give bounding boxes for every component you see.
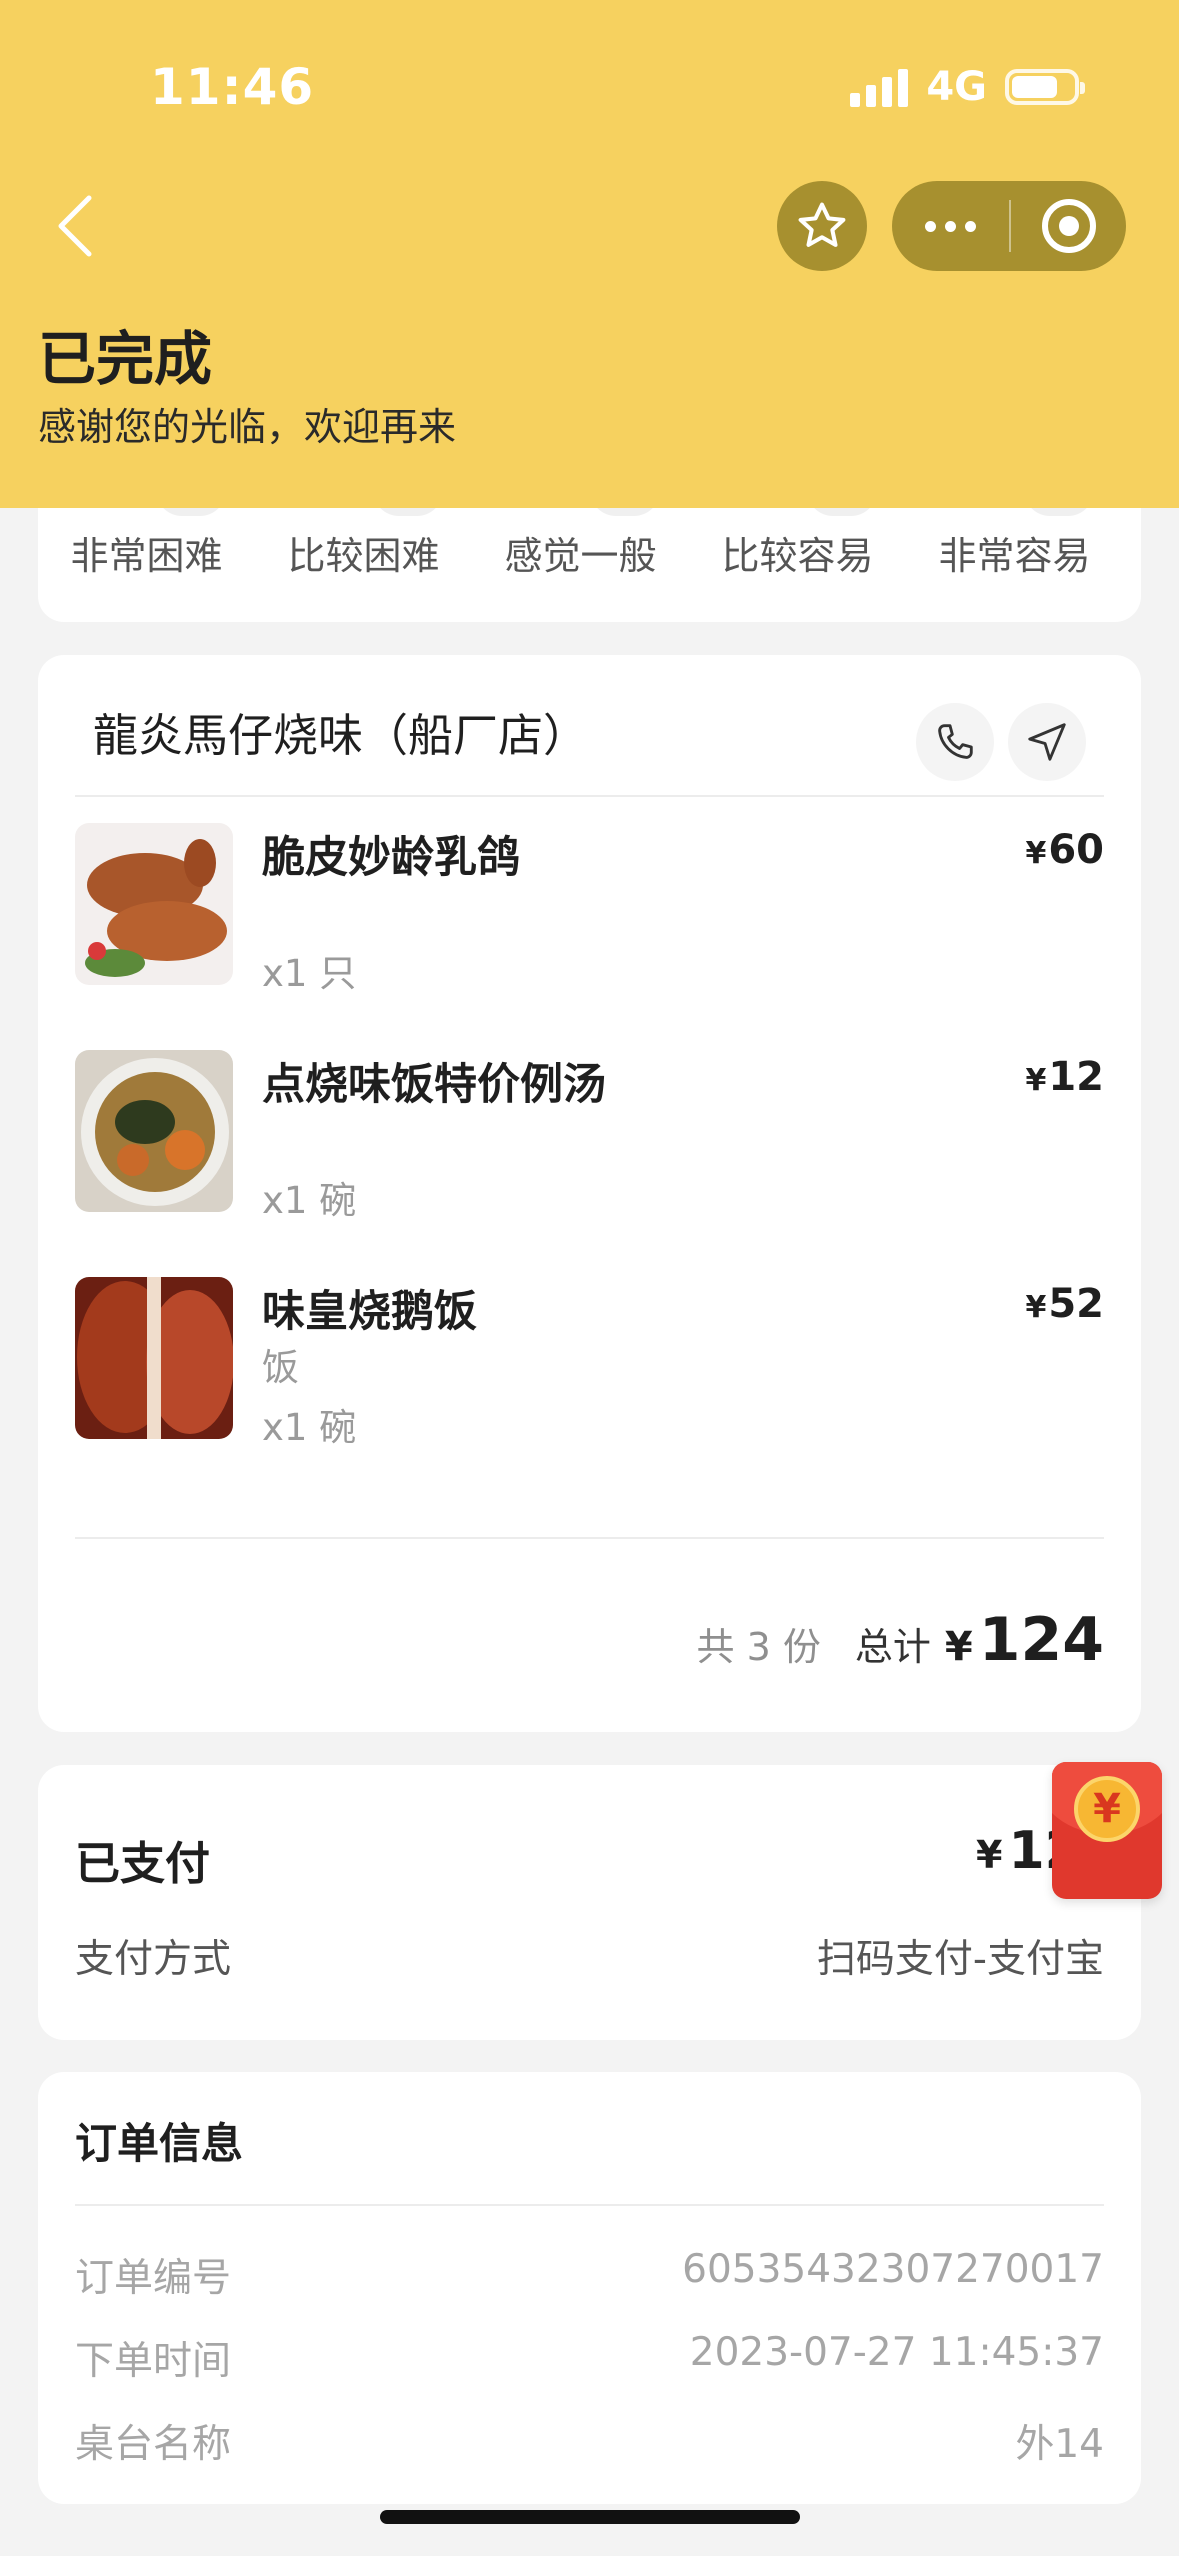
home-indicator[interactable] xyxy=(380,2510,800,2524)
table-name-row: 桌台名称 外14 xyxy=(75,2413,1104,2467)
rating-option[interactable]: 非常困难 xyxy=(38,525,255,580)
total-amount: 124 xyxy=(978,1605,1104,1675)
item-price: ¥60 xyxy=(1025,827,1104,873)
more-icon xyxy=(925,220,936,232)
favorite-button[interactable] xyxy=(777,181,867,271)
signal-icon xyxy=(850,67,909,107)
navigate-store-button[interactable] xyxy=(1008,703,1086,781)
payment-method-value: 扫码支付-支付宝 xyxy=(816,1937,1104,1982)
item-price: ¥12 xyxy=(1025,1054,1104,1100)
total-currency: ¥ xyxy=(944,1624,973,1670)
item-count: 共 3 份 xyxy=(696,1625,821,1669)
store-name[interactable]: 龍炎馬仔烧味（船厂店） xyxy=(93,699,588,764)
payment-card: 已支付 ¥12 支付方式 扫码支付-支付宝 xyxy=(38,1765,1141,2040)
rating-options: 非常困难 比较困难 感觉一般 比较容易 非常容易 xyxy=(38,525,1141,580)
order-time: 2023-07-27 11:45:37 xyxy=(689,2330,1104,2375)
item-spec: 饭 xyxy=(262,1346,299,1389)
order-info-title: 订单信息 xyxy=(75,2119,244,2168)
rating-option[interactable]: 感觉一般 xyxy=(472,525,689,580)
mini-program-capsule xyxy=(892,181,1126,271)
item-name: 味皇烧鹅饭 xyxy=(262,1287,477,1337)
item-name: 脆皮妙龄乳鸽 xyxy=(262,833,520,883)
close-target-icon xyxy=(1041,199,1096,253)
info-key: 下单时间 xyxy=(75,2339,232,2384)
network-label: 4G xyxy=(926,64,987,110)
status-icons: 4G xyxy=(850,64,1085,110)
divider xyxy=(75,795,1104,797)
rating-option[interactable]: 非常容易 xyxy=(906,525,1123,580)
chevron-left-icon xyxy=(58,195,92,257)
coin-icon: ¥ xyxy=(1074,1776,1140,1842)
page-title: 已完成 xyxy=(38,325,213,393)
rating-option[interactable]: 比较困难 xyxy=(255,525,472,580)
order-item[interactable]: 味皇烧鹅饭 饭 x1 碗 ¥52 xyxy=(75,1277,1104,1449)
item-quantity: x1 碗 xyxy=(262,1406,357,1449)
red-packet-button[interactable]: ¥ xyxy=(1052,1762,1162,1899)
item-price: ¥52 xyxy=(1025,1281,1104,1327)
call-store-button[interactable] xyxy=(916,703,994,781)
close-button[interactable] xyxy=(1011,181,1126,271)
page-subtitle: 感谢您的光临，欢迎再来 xyxy=(38,405,457,449)
order-summary: 共 3 份 总计 ¥ 124 xyxy=(697,1605,1104,1675)
back-button[interactable] xyxy=(40,186,110,266)
divider xyxy=(75,2204,1104,2206)
order-item[interactable]: 脆皮妙龄乳鸽 x1 只 ¥60 xyxy=(75,823,1104,995)
payment-method-label: 支付方式 xyxy=(75,1937,232,1982)
phone-icon xyxy=(938,724,973,759)
payment-status: 已支付 xyxy=(75,1837,211,1890)
item-image xyxy=(75,823,233,985)
item-image xyxy=(75,1277,233,1439)
order-item[interactable]: 点烧味饭特价例汤 x1 碗 ¥12 xyxy=(75,1050,1104,1222)
status-time: 11:46 xyxy=(150,58,315,116)
header: 11:46 4G 已完成 感谢您的光临，欢迎再来 xyxy=(0,0,1179,508)
item-image xyxy=(75,1050,233,1212)
item-name: 点烧味饭特价例汤 xyxy=(262,1060,606,1110)
order-number[interactable]: 60535432307270017 xyxy=(682,2247,1104,2292)
more-button[interactable] xyxy=(892,181,1009,271)
battery-icon xyxy=(1005,69,1085,105)
total-label: 总计 xyxy=(854,1625,931,1669)
divider xyxy=(75,1537,1104,1539)
order-card: 龍炎馬仔烧味（船厂店） 脆皮妙龄乳鸽 x1 只 ¥60 点烧味饭特价例汤 x1 … xyxy=(38,655,1141,1732)
star-icon xyxy=(798,202,846,247)
table-name: 外14 xyxy=(1015,2422,1104,2467)
rating-option[interactable]: 比较容易 xyxy=(689,525,906,580)
info-key: 订单编号 xyxy=(75,2256,232,2301)
order-time-row: 下单时间 2023-07-27 11:45:37 xyxy=(75,2330,1104,2384)
order-info-card: 订单信息 订单编号 60535432307270017 下单时间 2023-07… xyxy=(38,2072,1141,2504)
item-quantity: x1 只 xyxy=(262,952,357,995)
item-quantity: x1 碗 xyxy=(262,1179,357,1222)
navigation-icon xyxy=(1028,723,1066,761)
order-number-row: 订单编号 60535432307270017 xyxy=(75,2247,1104,2301)
info-key: 桌台名称 xyxy=(75,2422,232,2467)
